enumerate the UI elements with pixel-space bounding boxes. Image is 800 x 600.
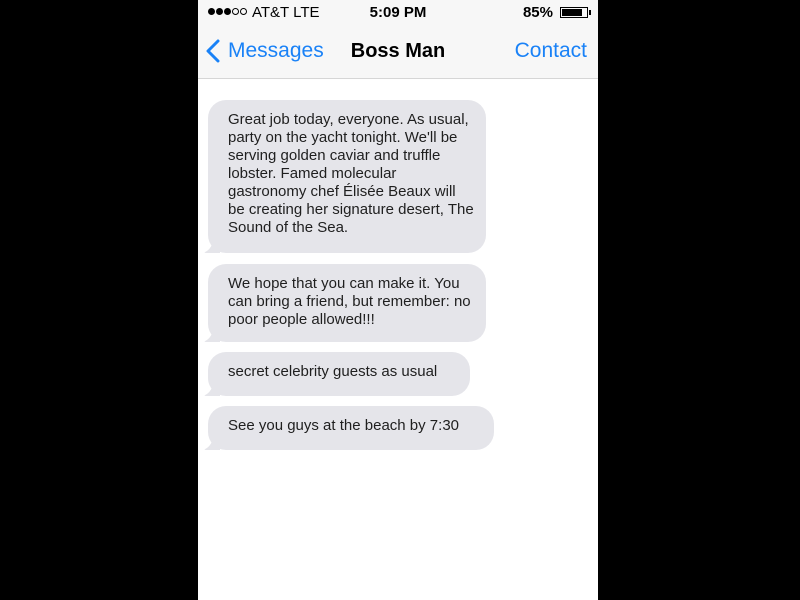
message-list[interactable]: Great job today, everyone. As usual, par… — [198, 79, 598, 600]
incoming-message-bubble[interactable]: Great job today, everyone. As usual, par… — [208, 100, 486, 253]
battery-level-fill — [562, 9, 583, 16]
message-text: See you guys at the beach by 7:30 — [228, 417, 459, 434]
message-text: We hope that you can make it. You can br… — [228, 275, 471, 328]
bubble-tail — [202, 436, 220, 450]
battery-icon — [560, 7, 588, 18]
bubble-tail — [202, 239, 220, 253]
navigation-bar: Messages Boss Man Contact — [198, 24, 598, 79]
bubble-tail — [202, 328, 220, 342]
battery-nub — [589, 10, 591, 15]
bubble-tail — [202, 382, 220, 396]
incoming-message-bubble[interactable]: secret celebrity guests as usual — [208, 352, 470, 396]
status-bar: AT&T LTE 5:09 PM 85% — [198, 0, 598, 24]
contact-button[interactable]: Contact — [515, 39, 587, 63]
message-text: Great job today, everyone. As usual, par… — [228, 111, 474, 236]
message-text: secret celebrity guests as usual — [228, 363, 438, 380]
phone-screen: AT&T LTE 5:09 PM 85% Messages Boss Man C… — [198, 0, 598, 600]
incoming-message-bubble[interactable]: See you guys at the beach by 7:30 — [208, 406, 494, 450]
incoming-message-bubble[interactable]: We hope that you can make it. You can br… — [208, 264, 486, 342]
battery-percent: 85% — [522, 4, 553, 21]
